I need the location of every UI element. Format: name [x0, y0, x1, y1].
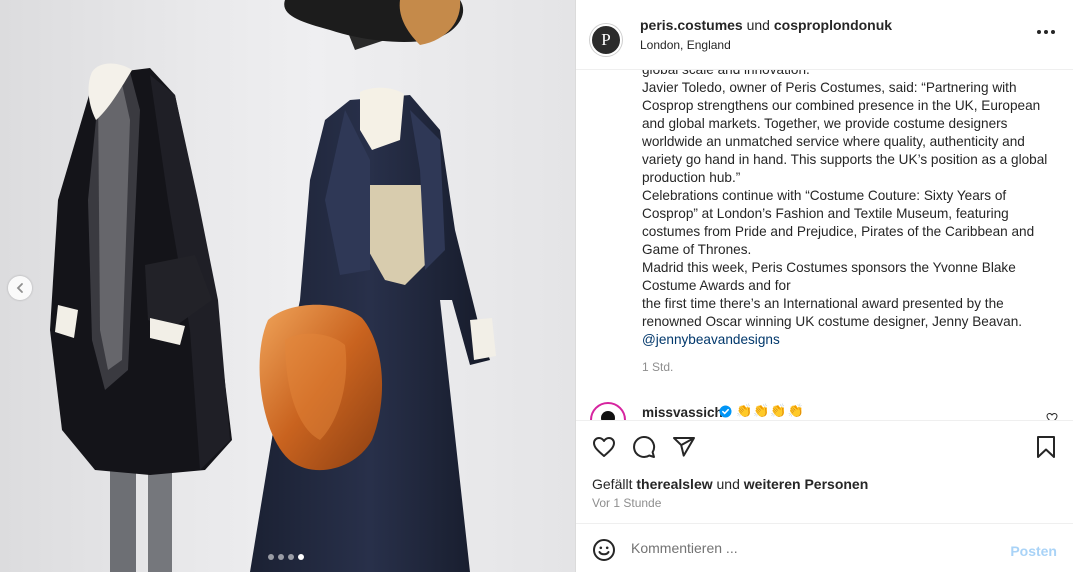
- carousel-dot-active: [298, 554, 304, 560]
- carousel-dot: [288, 554, 294, 560]
- comment-text: 👏👏👏👏: [736, 403, 805, 418]
- previous-image-button[interactable]: [8, 276, 32, 300]
- post-detail-panel: P peris.costumes und cosproplondonuk Lon…: [575, 0, 1073, 572]
- chevron-left-icon: [16, 283, 23, 293]
- comment-input[interactable]: [631, 536, 991, 560]
- add-comment-bar: Posten: [576, 523, 1073, 572]
- avatar-letter: P: [601, 30, 611, 49]
- heart-icon[interactable]: [592, 435, 616, 459]
- costume-photo: [50, 0, 496, 572]
- comment-icon[interactable]: [632, 435, 656, 459]
- likes-others-link[interactable]: weiteren Personen: [744, 476, 869, 492]
- likes-summary: Gefällt therealslew und weiteren Persone…: [592, 476, 868, 492]
- caption-line: Madrid this week, Peris Costumes sponsor…: [642, 260, 1016, 293]
- bookmark-icon[interactable]: [1035, 435, 1057, 459]
- caption-line: Celebrations continue with “Costume Cout…: [642, 188, 1035, 257]
- caption-mention-link[interactable]: @jennybeavandesigns: [642, 332, 780, 347]
- more-icon: [1037, 30, 1041, 34]
- carousel-dot: [268, 554, 274, 560]
- post-actions: [576, 420, 1073, 472]
- post-media[interactable]: [0, 0, 575, 572]
- author-joiner: und: [746, 17, 770, 33]
- verified-icon: [719, 405, 732, 418]
- more-icon-dot: [1051, 30, 1055, 34]
- caption-line: global scale and innovation.”: [642, 70, 1062, 79]
- post-time[interactable]: Vor 1 Stunde: [592, 496, 661, 510]
- post-caption: global scale and innovation.” Javier Tol…: [642, 70, 1062, 388]
- caption-timestamp[interactable]: 1 Std.: [642, 358, 1062, 376]
- more-icon-dot: [1044, 30, 1048, 34]
- caption-line: Javier Toledo, owner of Peris Costumes, …: [642, 80, 1048, 185]
- likes-prefix: Gefällt: [592, 476, 633, 492]
- carousel-dot: [278, 554, 284, 560]
- author-username-primary[interactable]: peris.costumes: [640, 17, 743, 33]
- emoji-icon[interactable]: [592, 538, 616, 562]
- carousel-indicator: [268, 554, 304, 560]
- comment-item: missvassich 👏👏👏👏: [590, 400, 1060, 420]
- author-username-secondary[interactable]: cosproplondonuk: [774, 17, 892, 33]
- caption-line: the first time there’s an International …: [642, 296, 1023, 329]
- more-options-button[interactable]: [1037, 30, 1055, 34]
- likes-user-link[interactable]: therealslew: [636, 476, 712, 492]
- post-authors: peris.costumes und cosproplondonuk: [640, 17, 892, 33]
- avatar[interactable]: P: [590, 24, 622, 56]
- share-icon[interactable]: [672, 435, 696, 459]
- comment-username[interactable]: missvassich: [642, 405, 723, 420]
- comment-avatar[interactable]: [590, 402, 626, 420]
- likes-middle: und: [716, 476, 740, 492]
- post-header: P peris.costumes und cosproplondonuk Lon…: [576, 0, 1073, 70]
- post-comment-button[interactable]: Posten: [1010, 543, 1057, 559]
- post-location[interactable]: London, England: [640, 38, 731, 52]
- comment-like-icon[interactable]: [1046, 412, 1058, 420]
